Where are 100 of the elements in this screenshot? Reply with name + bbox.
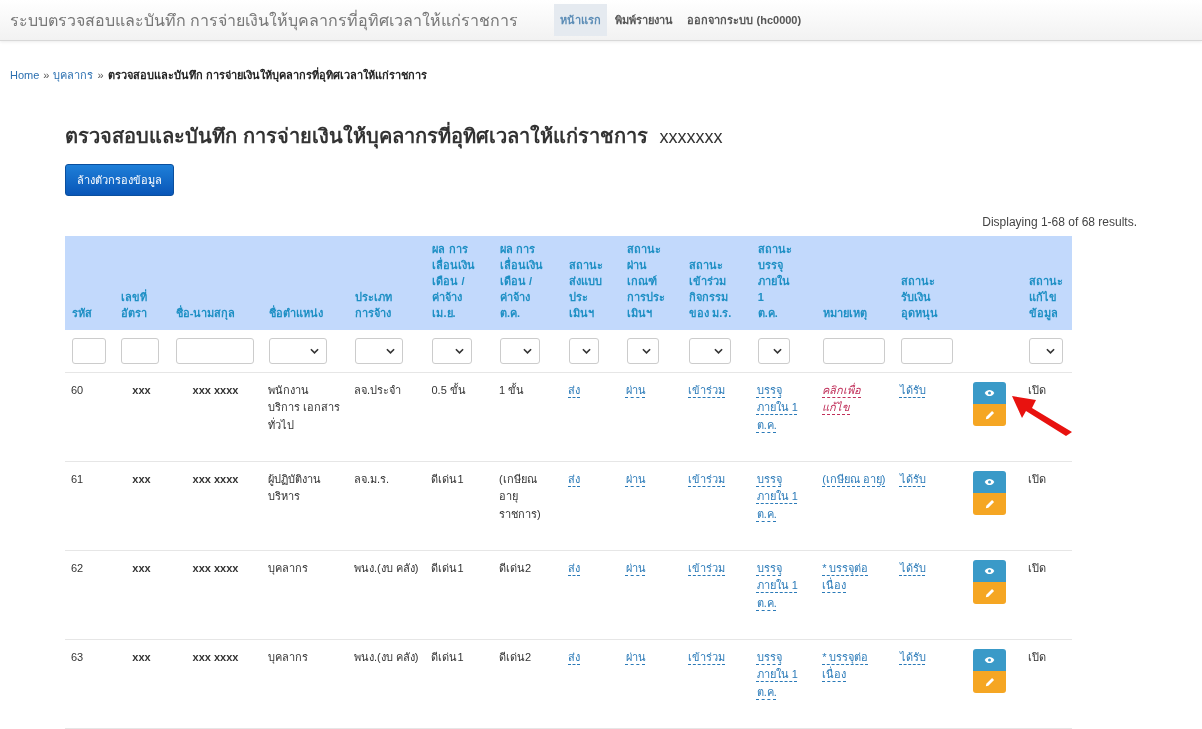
filter-dropdown[interactable] [757, 337, 790, 364]
cell-link[interactable]: ได้รับ [899, 559, 926, 578]
filter-dropdown[interactable] [1028, 337, 1063, 364]
note-link[interactable]: * บรรจุต่อ เนื่อง [822, 648, 888, 684]
table-cell: ดีเด่น2 [498, 561, 532, 574]
chevron-down-icon [522, 347, 532, 354]
table-cell: บุคลากร [268, 561, 309, 574]
note-link[interactable]: คลิกเพื่อ แก้ไข [822, 381, 888, 417]
chevron-down-icon [310, 347, 320, 354]
column-header[interactable]: หมายเหตุ [823, 305, 887, 322]
column-header[interactable]: รหัส [72, 305, 108, 322]
cell-link[interactable]: เข้าร่วม [688, 559, 726, 578]
filter-input[interactable] [72, 337, 106, 364]
filter-dropdown[interactable] [626, 337, 659, 364]
table-cell: ดีเด่น1 [431, 472, 464, 485]
view-button[interactable] [973, 470, 1007, 493]
filter-dropdown[interactable] [354, 337, 403, 364]
table-cell: เปิด [1027, 561, 1046, 574]
table-cell: เปิด [1027, 650, 1046, 663]
nav-link[interactable]: พิมพ์รายงาน [609, 4, 680, 36]
eye-icon [984, 655, 996, 664]
view-button[interactable] [973, 381, 1007, 404]
table-cell: 63 [71, 650, 84, 663]
filter-dropdown[interactable] [689, 337, 732, 364]
filter-input[interactable] [900, 337, 953, 364]
cell-link[interactable]: บรรจุ ภายใน 1 ต.ค. [756, 559, 811, 613]
pencil-icon [984, 409, 995, 420]
note-link[interactable]: * บรรจุต่อ เนื่อง [822, 559, 888, 595]
table-cell: 62 [71, 561, 84, 574]
breadcrumb-link[interactable]: Home [10, 69, 40, 81]
filter-dropdown[interactable] [432, 337, 473, 364]
chevron-down-icon [1045, 347, 1055, 354]
chevron-down-icon [455, 347, 465, 354]
cell-link[interactable]: ผ่าน [625, 381, 646, 400]
filter-dropdown[interactable] [269, 337, 328, 364]
cell-link[interactable]: เข้าร่วม [688, 648, 726, 667]
eye-icon [984, 388, 996, 397]
table-cell: 61 [71, 472, 84, 485]
cell-link[interactable]: ส่ง [568, 559, 581, 578]
filter-dropdown[interactable] [499, 337, 540, 364]
table-cell: บุคลากร [268, 650, 309, 663]
cell-link[interactable]: เข้าร่วม [688, 470, 726, 489]
note-link[interactable]: (เกษียณ อายุ) [822, 470, 886, 489]
cell-link[interactable]: ส่ง [568, 648, 581, 667]
table-cell: xxx [132, 561, 151, 574]
cell-link[interactable]: ผ่าน [625, 559, 646, 578]
cell-link[interactable]: บรรจุ ภายใน 1 ต.ค. [756, 381, 811, 435]
edit-button[interactable] [973, 670, 1007, 693]
pencil-icon [984, 676, 995, 687]
table-cell: ดีเด่น1 [431, 650, 464, 663]
page-heading: ตรวจสอบและบันทึก การจ่ายเงินให้บุคลากรที่อุทิศเวลาให้แก่ราชการ [65, 120, 648, 152]
breadcrumb-link[interactable]: บุคลากร [53, 66, 94, 84]
edit-button[interactable] [973, 403, 1007, 426]
cell-link[interactable]: ผ่าน [625, 648, 646, 667]
edit-button[interactable] [973, 581, 1007, 604]
clear-filters-button[interactable]: ล้างตัวกรองข้อมูล [65, 164, 174, 196]
filter-input[interactable] [823, 337, 886, 364]
page-heading-suffix: xxxxxxx [659, 127, 723, 148]
breadcrumb-separator: » [97, 69, 104, 81]
view-button[interactable] [973, 648, 1007, 671]
column-header[interactable]: ชื่อตำแหน่ง [269, 305, 341, 322]
edit-button[interactable] [973, 492, 1007, 515]
table-cell: (เกษียณ อายุ ราชการ) [498, 472, 541, 520]
filter-input[interactable] [121, 337, 160, 364]
view-button[interactable] [973, 559, 1007, 582]
eye-icon [984, 477, 996, 486]
breadcrumb-current: ตรวจสอบและบันทึก การจ่ายเงินให้บุคลากรที่อุทิศเวลาให้แก่ราชการ [107, 66, 427, 84]
table-cell: xxx xxxx [192, 472, 239, 485]
eye-icon [984, 566, 996, 575]
chevron-down-icon [714, 347, 724, 354]
cell-link[interactable]: ได้รับ [899, 648, 926, 667]
cell-link[interactable]: ผ่าน [625, 470, 646, 489]
chevron-down-icon [641, 347, 651, 354]
table-cell: 1 ขั้น [498, 383, 525, 396]
filter-dropdown[interactable] [569, 337, 600, 364]
table-cell: ดีเด่น2 [498, 650, 532, 663]
cell-link[interactable]: บรรจุ ภายใน 1 ต.ค. [756, 648, 811, 702]
table-cell: ลจ.ประจำ [353, 383, 401, 396]
pencil-icon [984, 498, 995, 509]
cell-link[interactable]: ส่ง [568, 381, 581, 400]
results-summary: Displaying 1-68 of 68 results. [982, 215, 1137, 229]
chevron-down-icon [772, 347, 782, 354]
filter-input[interactable] [175, 337, 254, 364]
table-cell: ลจ.ม.ร. [353, 472, 390, 485]
cell-link[interactable]: ได้รับ [899, 381, 926, 400]
table-cell: xxx xxxx [192, 561, 239, 574]
cell-link[interactable]: เข้าร่วม [688, 381, 726, 400]
cell-link[interactable]: ส่ง [568, 470, 581, 489]
cell-link[interactable]: ได้รับ [899, 470, 926, 489]
chevron-down-icon [385, 347, 395, 354]
table-cell: เปิด [1027, 472, 1046, 485]
table-cell: xxx [132, 383, 151, 396]
table-cell: xxx xxxx [192, 383, 239, 396]
chevron-down-icon [582, 347, 592, 354]
table-cell: เปิด [1027, 383, 1046, 396]
nav-link[interactable]: ออกจากระบบ (hc0000) [681, 4, 808, 36]
table-cell: 60 [71, 383, 84, 396]
column-header[interactable]: ชื่อ-นามสกุล [175, 305, 256, 322]
nav-link[interactable]: หน้าแรก [554, 4, 608, 36]
cell-link[interactable]: บรรจุ ภายใน 1 ต.ค. [756, 470, 811, 524]
